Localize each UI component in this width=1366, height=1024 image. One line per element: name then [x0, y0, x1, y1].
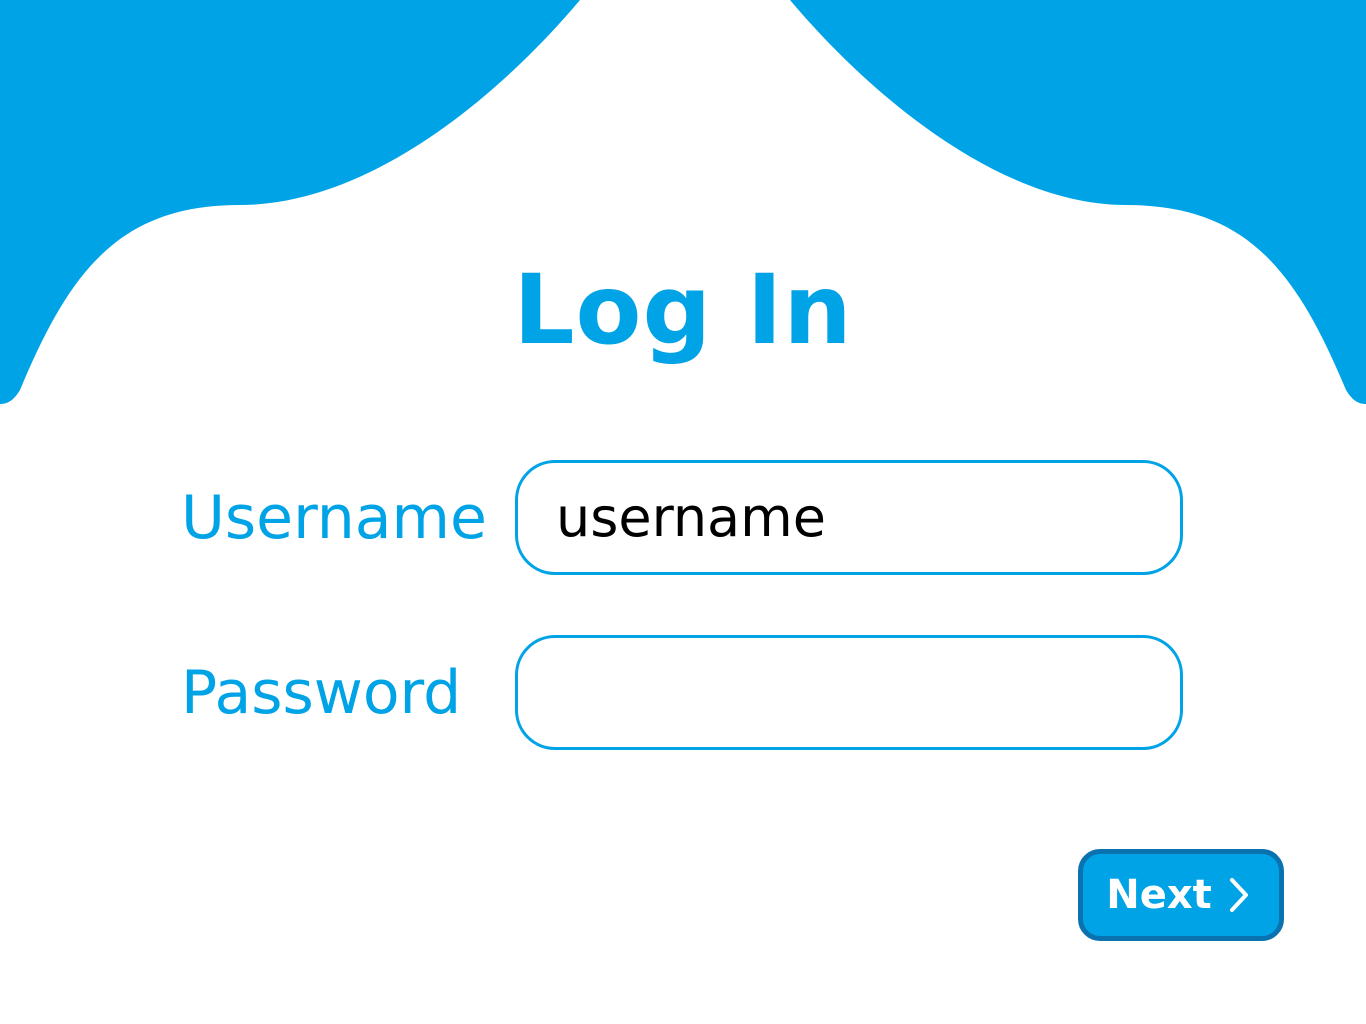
password-input[interactable] — [515, 635, 1183, 750]
page-title: Log In — [513, 254, 853, 366]
username-input[interactable] — [515, 460, 1183, 575]
login-screen: Log In Username Password Next — [0, 0, 1366, 1024]
next-button[interactable]: Next — [1078, 849, 1284, 941]
next-button-label: Next — [1106, 872, 1212, 918]
password-label: Password — [181, 658, 462, 728]
chevron-right-icon — [1229, 878, 1248, 912]
username-label: Username — [181, 483, 487, 553]
